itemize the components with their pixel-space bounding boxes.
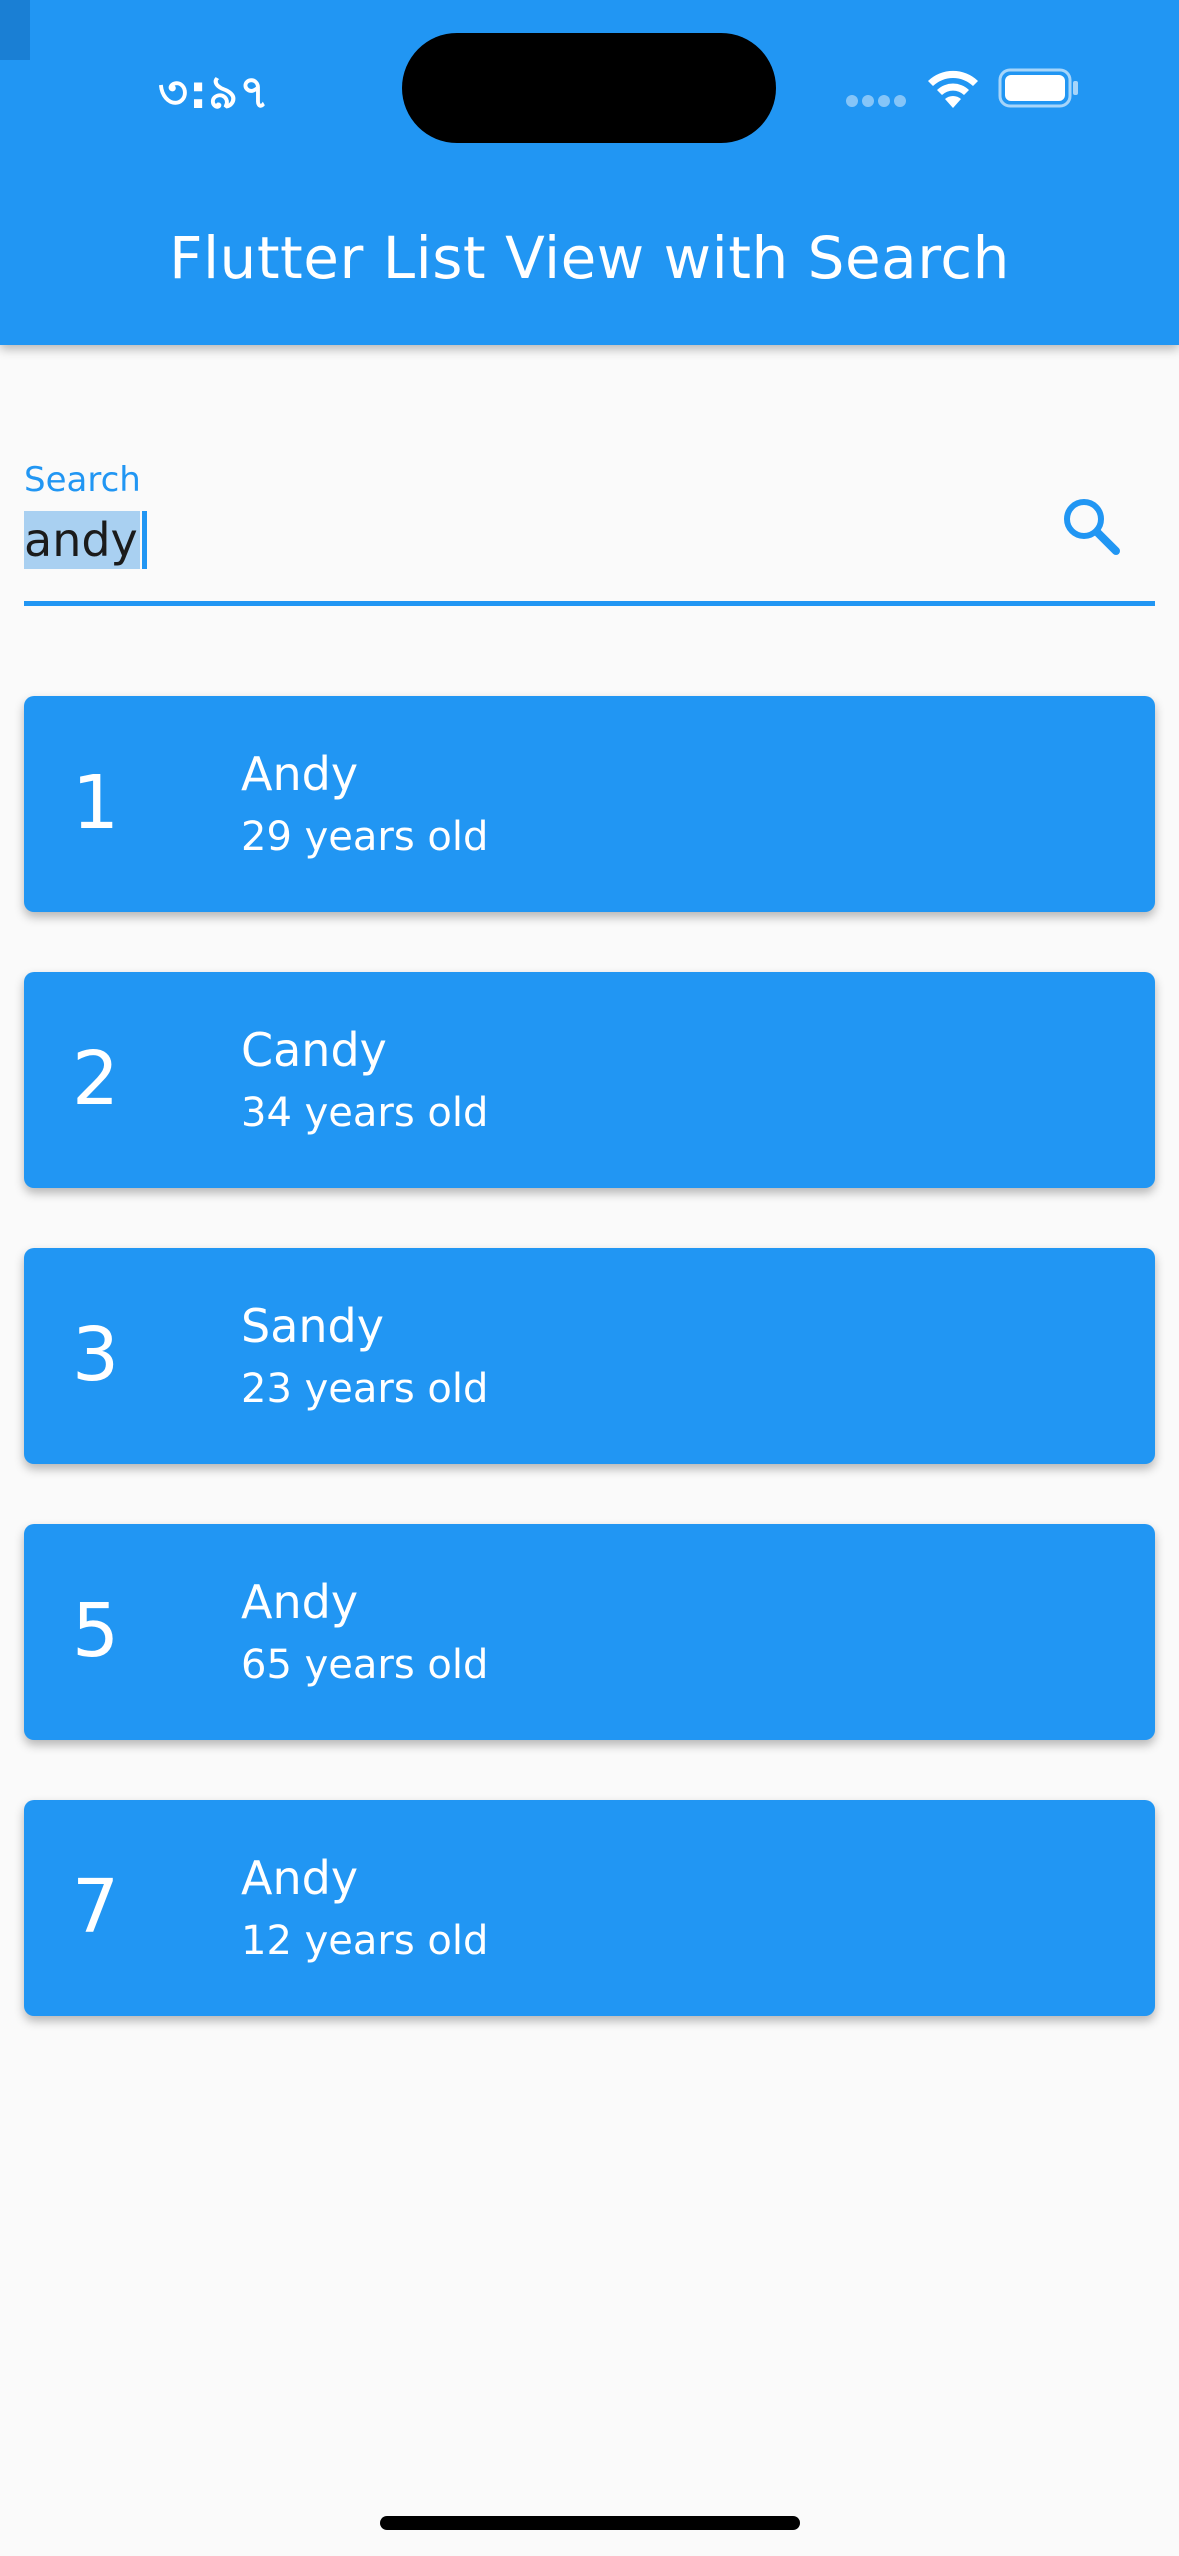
item-id: 5 [72, 1588, 120, 1674]
status-time: ৩:৯৭ [158, 65, 271, 119]
item-id: 3 [72, 1312, 120, 1398]
list-item[interactable]: 7 Andy 12 years old [24, 1800, 1155, 2016]
item-age: 29 years old [241, 814, 489, 860]
list-item[interactable]: 2 Candy 34 years old [24, 972, 1155, 1188]
search-label: Search [24, 460, 141, 500]
item-age: 34 years old [241, 1090, 489, 1136]
item-id: 2 [72, 1036, 120, 1122]
cellular-signal-icon [846, 95, 906, 107]
search-field[interactable]: Search andy [24, 455, 1155, 608]
item-age: 65 years old [241, 1642, 489, 1688]
battery-icon [998, 68, 1078, 108]
app-bar: ৩:৯৭ Flutter List View with Search [0, 0, 1179, 345]
item-id: 7 [72, 1864, 120, 1950]
page-title: Flutter List View with Search [169, 224, 1010, 292]
search-icon[interactable] [1056, 491, 1130, 565]
item-name: Andy [241, 1575, 359, 1629]
search-underline [24, 601, 1155, 606]
list-item[interactable]: 1 Andy 29 years old [24, 696, 1155, 912]
item-age: 23 years old [241, 1366, 489, 1412]
wifi-icon [928, 70, 978, 108]
item-name: Andy [241, 747, 359, 801]
item-name: Candy [241, 1023, 387, 1077]
item-age: 12 years old [241, 1918, 489, 1964]
item-name: Sandy [241, 1299, 384, 1353]
home-indicator[interactable] [380, 2516, 800, 2530]
list-item[interactable]: 3 Sandy 23 years old [24, 1248, 1155, 1464]
dynamic-island [402, 33, 776, 143]
corner-indicator [0, 0, 30, 60]
text-cursor [142, 511, 147, 569]
item-name: Andy [241, 1851, 359, 1905]
item-id: 1 [72, 760, 120, 846]
search-input[interactable]: andy [24, 511, 140, 569]
list-item[interactable]: 5 Andy 65 years old [24, 1524, 1155, 1740]
